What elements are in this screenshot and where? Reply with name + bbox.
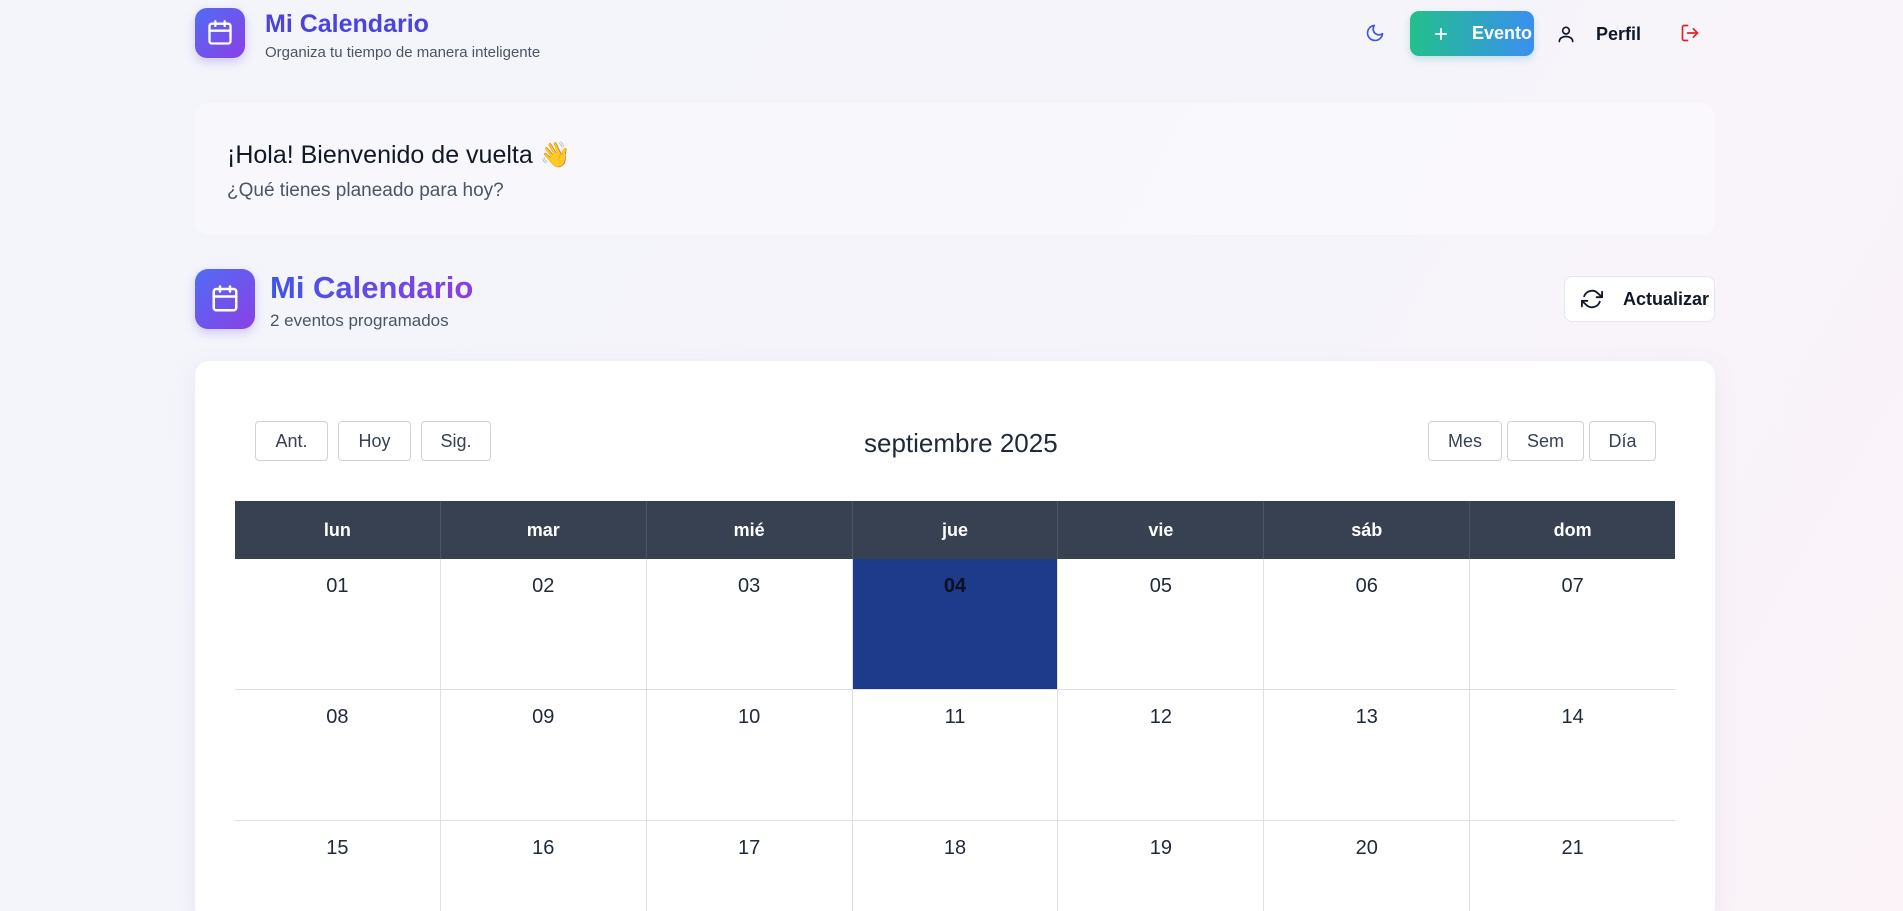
day-cell[interactable]: 03 bbox=[646, 559, 853, 689]
day-number: 03 bbox=[738, 575, 761, 597]
day-cell[interactable]: 21 bbox=[1470, 821, 1676, 911]
day-cell-today[interactable]: 04 bbox=[852, 559, 1059, 689]
prev-button[interactable]: Ant. bbox=[255, 421, 328, 461]
weekday-header: mié bbox=[647, 501, 853, 559]
day-number: 05 bbox=[1149, 575, 1172, 597]
weekday-header: mar bbox=[441, 501, 647, 559]
day-number: 10 bbox=[738, 706, 761, 728]
day-number: 11 bbox=[944, 706, 966, 728]
week-row: 15 16 17 18 19 20 21 bbox=[235, 821, 1676, 911]
app-subtitle: Organiza tu tiempo de manera inteligente bbox=[265, 44, 541, 61]
weekday-header: sáb bbox=[1264, 501, 1471, 559]
day-cell[interactable]: 09 bbox=[440, 690, 647, 820]
user-icon bbox=[1558, 26, 1574, 43]
day-cell[interactable]: 01 bbox=[235, 559, 441, 689]
day-cell[interactable]: 20 bbox=[1264, 821, 1471, 911]
app-logo[interactable] bbox=[195, 8, 245, 58]
moon-icon bbox=[1366, 24, 1384, 42]
refresh-icon bbox=[1581, 289, 1603, 309]
app-title: Mi Calendario bbox=[265, 10, 429, 38]
day-number: 01 bbox=[326, 575, 349, 597]
day-number: 21 bbox=[1561, 837, 1584, 859]
day-number: 02 bbox=[532, 575, 555, 597]
day-number: 17 bbox=[738, 837, 761, 859]
welcome-subtitle: ¿Qué tienes planeado para hoy? bbox=[227, 180, 504, 201]
profile-label: Perfil bbox=[1596, 23, 1642, 44]
day-number: 07 bbox=[1561, 575, 1584, 597]
welcome-card: ¡Hola! Bienvenido de vuelta 👋 ¿Qué tiene… bbox=[195, 103, 1715, 235]
plus-icon bbox=[1434, 27, 1448, 40]
day-number: 14 bbox=[1561, 706, 1584, 728]
view-week-button[interactable]: Sem bbox=[1507, 421, 1584, 461]
today-button[interactable]: Hoy bbox=[338, 421, 411, 461]
view-month-button[interactable]: Mes bbox=[1428, 421, 1502, 461]
day-cell[interactable]: 11 bbox=[852, 690, 1059, 820]
section-title: Mi Calendario bbox=[270, 270, 474, 305]
day-cell[interactable]: 06 bbox=[1264, 559, 1471, 689]
next-button[interactable]: Sig. bbox=[421, 421, 491, 461]
day-cell[interactable]: 12 bbox=[1058, 690, 1265, 820]
day-cell[interactable]: 16 bbox=[440, 821, 647, 911]
logout-button[interactable] bbox=[1677, 20, 1703, 46]
view-day-button[interactable]: Día bbox=[1589, 421, 1656, 461]
weekday-header: lun bbox=[235, 501, 441, 559]
day-number: 06 bbox=[1355, 575, 1378, 597]
day-number: 15 bbox=[326, 837, 349, 859]
day-number: 04 bbox=[943, 575, 967, 597]
day-cell[interactable]: 14 bbox=[1470, 690, 1676, 820]
day-number: 12 bbox=[1149, 706, 1172, 728]
weekday-header: dom bbox=[1553, 519, 1592, 540]
day-cell[interactable]: 19 bbox=[1058, 821, 1265, 911]
day-cell[interactable]: 13 bbox=[1264, 690, 1471, 820]
month-title: septiembre 2025 bbox=[864, 428, 1058, 458]
month-grid: 01 02 03 04 05 06 07 08 09 10 11 12 13 1… bbox=[235, 559, 1676, 911]
theme-toggle-button[interactable] bbox=[1362, 20, 1388, 46]
section-calendar-badge bbox=[195, 269, 255, 329]
day-number: 08 bbox=[326, 706, 349, 728]
day-number: 09 bbox=[532, 706, 555, 728]
day-cell[interactable]: 17 bbox=[646, 821, 853, 911]
day-number: 19 bbox=[1149, 837, 1172, 859]
profile-button[interactable]: Perfil bbox=[1556, 20, 1641, 48]
welcome-title: ¡Hola! Bienvenido de vuelta 👋 bbox=[227, 141, 571, 169]
day-cell[interactable]: 18 bbox=[852, 821, 1059, 911]
refresh-button[interactable]: Actualizar bbox=[1564, 276, 1715, 322]
page: Mi Calendario Organiza tu tiempo de mane… bbox=[0, 0, 1903, 911]
calendar-icon bbox=[212, 285, 238, 312]
weekday-header: jue bbox=[853, 501, 1059, 559]
new-event-label: Evento bbox=[1472, 23, 1533, 43]
week-row: 08 09 10 11 12 13 14 bbox=[235, 690, 1676, 821]
day-cell[interactable]: 07 bbox=[1470, 559, 1676, 689]
day-number: 13 bbox=[1355, 706, 1378, 728]
events-count: 2 eventos programados bbox=[270, 311, 449, 330]
weekday-header: vie bbox=[1058, 501, 1265, 559]
calendar-icon bbox=[208, 20, 232, 45]
day-cell[interactable]: 02 bbox=[440, 559, 647, 689]
new-event-button[interactable]: Evento bbox=[1410, 11, 1534, 56]
day-cell[interactable]: 08 bbox=[235, 690, 441, 820]
day-cell[interactable]: 15 bbox=[235, 821, 441, 911]
refresh-label: Actualizar bbox=[1623, 288, 1710, 309]
weekday-header-row: lun mar mié jue vie sáb dom bbox=[235, 501, 1675, 559]
day-cell[interactable]: 05 bbox=[1058, 559, 1265, 689]
day-number: 18 bbox=[943, 837, 967, 859]
week-row: 01 02 03 04 05 06 07 bbox=[235, 559, 1676, 690]
top-header: Mi Calendario Organiza tu tiempo de mane… bbox=[0, 0, 1903, 72]
day-cell[interactable]: 10 bbox=[646, 690, 853, 820]
day-number: 20 bbox=[1355, 837, 1378, 859]
logout-icon bbox=[1681, 24, 1699, 42]
day-number: 16 bbox=[532, 837, 555, 859]
